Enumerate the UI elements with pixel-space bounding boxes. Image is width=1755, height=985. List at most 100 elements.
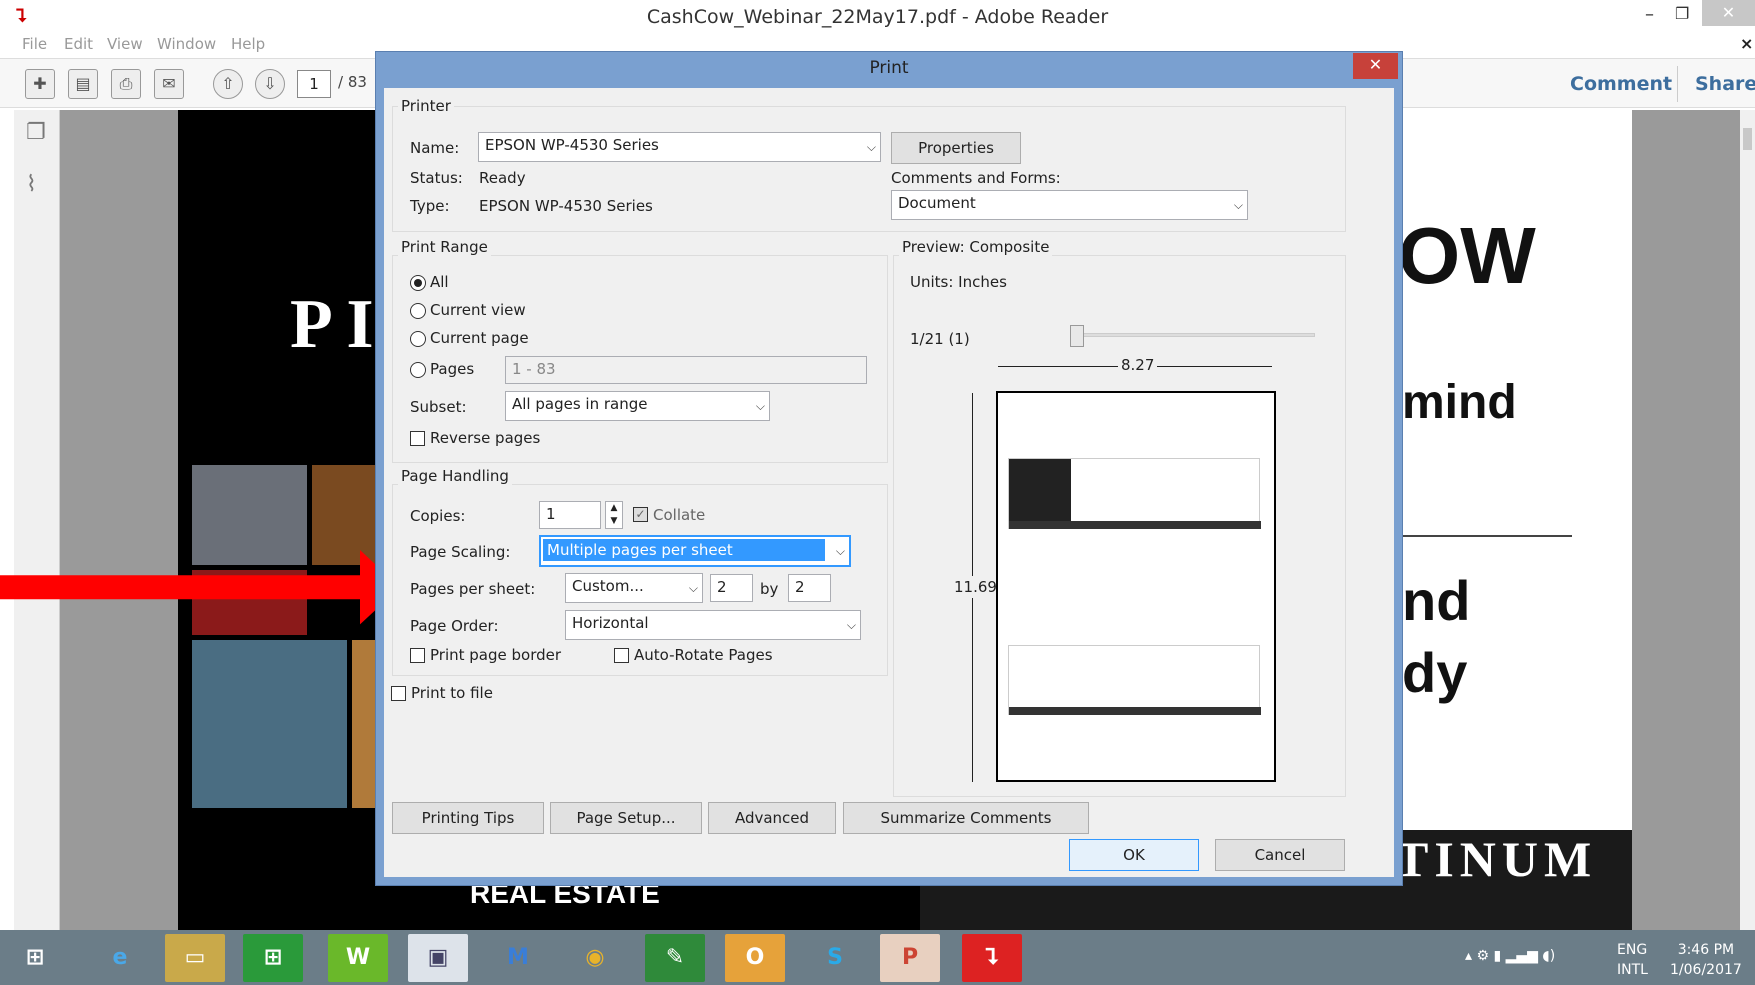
menu-view[interactable]: View [107,35,143,53]
m-app-icon[interactable]: M [488,934,548,982]
chevron-down-icon: ⌵ [755,399,765,413]
printer-type-label: Type: [410,197,450,215]
printer-status-value: Ready [479,169,526,187]
page-number-input[interactable]: 1 [297,70,331,98]
scrollbar-thumb[interactable] [1743,128,1752,150]
skype-icon[interactable]: S [805,934,865,982]
reverse-pages-label: Reverse pages [430,429,541,447]
lang-top: ENG [1617,942,1648,958]
pages-panel-icon[interactable]: ❐ [26,120,46,145]
share-button[interactable]: Share [1695,73,1755,95]
doc-close-icon[interactable]: × [1740,34,1753,53]
prev-page-icon[interactable]: ⇧ [213,69,243,99]
save-icon[interactable]: ▤ [68,69,98,99]
subset-value: All pages in range [512,395,648,413]
chevron-down-icon: ⌵ [835,544,845,558]
tool-app-icon[interactable]: ▣ [408,934,468,982]
pages-range-input[interactable]: 1 - 83 [505,356,867,384]
page-order-select[interactable]: Horizontal ⌵ [565,610,861,640]
preview-thumb-band [1009,521,1261,529]
range-pages-radio[interactable] [410,362,426,378]
subset-select[interactable]: All pages in range ⌵ [505,391,770,421]
evernote-icon[interactable]: ✎ [645,934,705,982]
restore-icon[interactable]: ❐ [1675,4,1689,23]
next-page-icon[interactable]: ⇩ [255,69,285,99]
ok-button[interactable]: OK [1069,839,1199,871]
range-current-page-label: Current page [430,329,529,347]
menu-file[interactable]: File [22,35,47,53]
auto-rotate-checkbox[interactable] [614,648,629,663]
range-current-page-radio[interactable] [410,331,426,347]
preview-legend: Preview: Composite [899,238,1053,256]
window-close-icon[interactable]: ✕ [1702,0,1755,26]
pages-per-sheet-label: Pages per sheet: [410,580,536,598]
minimize-icon[interactable]: – [1645,4,1654,25]
attachments-icon[interactable]: ⌇ [26,172,37,197]
pages-per-sheet-value: Custom... [572,577,644,595]
range-pages-label: Pages [430,360,475,378]
file-explorer-icon[interactable]: ▭ [165,934,225,982]
subset-label: Subset: [410,398,467,416]
doc-text-nd: nd [1402,569,1471,632]
cancel-button[interactable]: Cancel [1215,839,1345,871]
pages-per-sheet-select[interactable]: Custom... ⌵ [565,573,703,603]
internet-explorer-icon[interactable]: e [90,934,150,982]
clock-date: 1/06/2017 [1670,962,1742,978]
preview-thumb-page [1008,645,1261,715]
create-pdf-icon[interactable]: ✚ [25,69,55,99]
print-to-file-checkbox[interactable] [391,686,406,701]
print-to-file-label: Print to file [411,684,493,702]
page-setup-button[interactable]: Page Setup... [550,802,702,834]
printing-tips-button[interactable]: Printing Tips [392,802,544,834]
comments-forms-select[interactable]: Document ⌵ [891,190,1248,220]
w-app-icon[interactable]: W [328,934,388,982]
window-title: CashCow_Webinar_22May17.pdf - Adobe Read… [646,6,1109,28]
preview-page-indicator: 1/21 (1) [910,330,970,348]
range-all-radio[interactable] [410,275,426,291]
printer-status-label: Status: [410,169,463,187]
reverse-pages-checkbox[interactable] [410,431,425,446]
pages-per-sheet-y-input[interactable]: 2 [788,574,831,602]
start-icon[interactable]: ⊞ [15,934,55,982]
doc-text-mind: mind [1402,376,1517,429]
page-order-label: Page Order: [410,617,499,635]
comments-forms-value: Document [898,194,976,212]
vertical-scrollbar[interactable] [1740,110,1755,930]
menu-help[interactable]: Help [231,35,265,53]
pages-per-sheet-x-input[interactable]: 2 [710,574,753,602]
collate-checkbox[interactable]: ✓ [633,507,648,522]
adobe-reader-taskbar-icon[interactable]: ⮧ [962,934,1022,982]
powerpoint-icon[interactable]: P [880,934,940,982]
page-scaling-label: Page Scaling: [410,543,511,561]
copies-input[interactable]: 1 [539,501,601,529]
outlook-icon[interactable]: O [725,934,785,982]
print-range-legend: Print Range [398,238,491,256]
red-arrow-annotation [0,550,400,625]
preview-thumb-page [1008,458,1261,529]
email-icon[interactable]: ✉ [154,69,184,99]
summarize-comments-button[interactable]: Summarize Comments [843,802,1089,834]
menu-window[interactable]: Window [157,35,216,53]
printer-name-value: EPSON WP-4530 Series [485,136,659,154]
advanced-button[interactable]: Advanced [708,802,836,834]
preview-width: 8.27 [1118,356,1158,374]
preview-slider-thumb[interactable] [1070,325,1084,347]
dialog-close-button[interactable]: ✕ [1353,53,1398,79]
menu-edit[interactable]: Edit [64,35,93,53]
print-page-border-checkbox[interactable] [410,648,425,663]
printer-name-select[interactable]: EPSON WP-4530 Series ⌵ [478,132,881,162]
print-icon[interactable]: ⎙ [111,69,141,99]
lang-bottom: INTL [1617,962,1648,978]
properties-button[interactable]: Properties [891,132,1021,164]
copies-stepper[interactable]: ▲ ▼ [605,501,623,529]
language-indicator[interactable]: ENG INTL [1617,940,1648,980]
page-scaling-select[interactable]: Multiple pages per sheet ⌵ [539,535,851,567]
comment-button[interactable]: Comment [1570,73,1672,95]
store-icon[interactable]: ⊞ [243,934,303,982]
by-label: by [760,580,779,598]
tray-icons[interactable]: ▴ ⚙ ▮ ▂▄▆ ◖) [1465,948,1555,964]
chrome-icon[interactable]: ◉ [565,934,625,982]
preview-slider-track[interactable] [1070,333,1315,337]
clock[interactable]: 3:46 PM 1/06/2017 [1670,940,1742,980]
range-current-view-radio[interactable] [410,303,426,319]
